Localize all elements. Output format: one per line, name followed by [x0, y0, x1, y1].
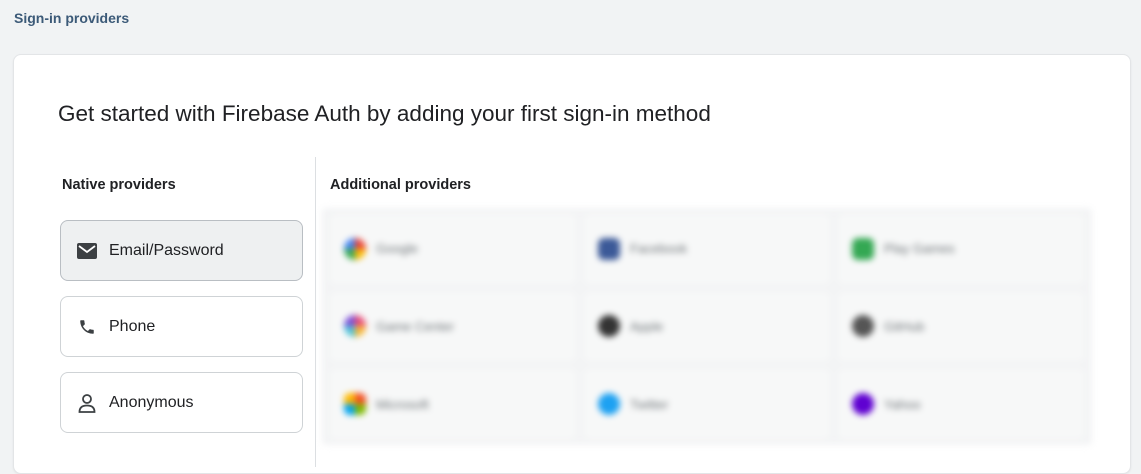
provider-label: Apple [630, 318, 664, 334]
column-divider [315, 157, 316, 467]
github-icon [852, 315, 874, 338]
provider-label: Yahoo [884, 396, 921, 412]
facebook-icon [598, 237, 620, 260]
mail-icon [77, 241, 97, 261]
provider-github-button[interactable]: GitHub [838, 291, 1084, 362]
provider-phone-button[interactable]: Phone [60, 296, 303, 357]
provider-label: Game Center [376, 318, 455, 334]
provider-yahoo-button[interactable]: Yahoo [838, 369, 1084, 439]
apple-icon [598, 315, 620, 338]
provider-label: Facebook [630, 241, 688, 257]
page-title: Sign-in providers [14, 10, 130, 26]
provider-email-password-button[interactable]: Email/Password [60, 220, 303, 281]
person-icon [77, 393, 97, 413]
provider-apple-button[interactable]: Apple [584, 291, 830, 362]
phone-icon [77, 317, 97, 337]
provider-label: GitHub [884, 318, 925, 334]
yahoo-icon [852, 393, 874, 416]
provider-google-button[interactable]: Google [330, 214, 576, 284]
page-header: Sign-in providers [0, 0, 1141, 54]
additional-providers-grid: Google Facebook Play Games Game Center A… [322, 208, 1092, 445]
additional-providers-title: Additional providers [330, 177, 471, 193]
provider-label: Google [376, 241, 418, 257]
provider-microsoft-button[interactable]: Microsoft [330, 369, 576, 439]
provider-label: Twitter [630, 396, 669, 412]
provider-label: Microsoft [376, 396, 429, 412]
provider-game-center-button[interactable]: Game Center [330, 291, 576, 362]
provider-label: Phone [109, 317, 156, 335]
native-providers-title: Native providers [62, 177, 176, 193]
providers-card: Get started with Firebase Auth by adding… [13, 54, 1131, 474]
provider-label: Email/Password [109, 241, 224, 259]
provider-label: Play Games [884, 241, 955, 257]
provider-twitter-button[interactable]: Twitter [584, 369, 830, 439]
provider-label: Anonymous [109, 393, 194, 411]
card-heading: Get started with Firebase Auth by adding… [58, 101, 711, 126]
game-center-icon [344, 315, 366, 338]
provider-play-games-button[interactable]: Play Games [838, 214, 1084, 284]
microsoft-icon [344, 393, 366, 416]
google-icon [344, 237, 366, 260]
play-games-icon [852, 237, 874, 260]
provider-facebook-button[interactable]: Facebook [584, 214, 830, 284]
twitter-icon [598, 393, 620, 416]
provider-anonymous-button[interactable]: Anonymous [60, 372, 303, 433]
